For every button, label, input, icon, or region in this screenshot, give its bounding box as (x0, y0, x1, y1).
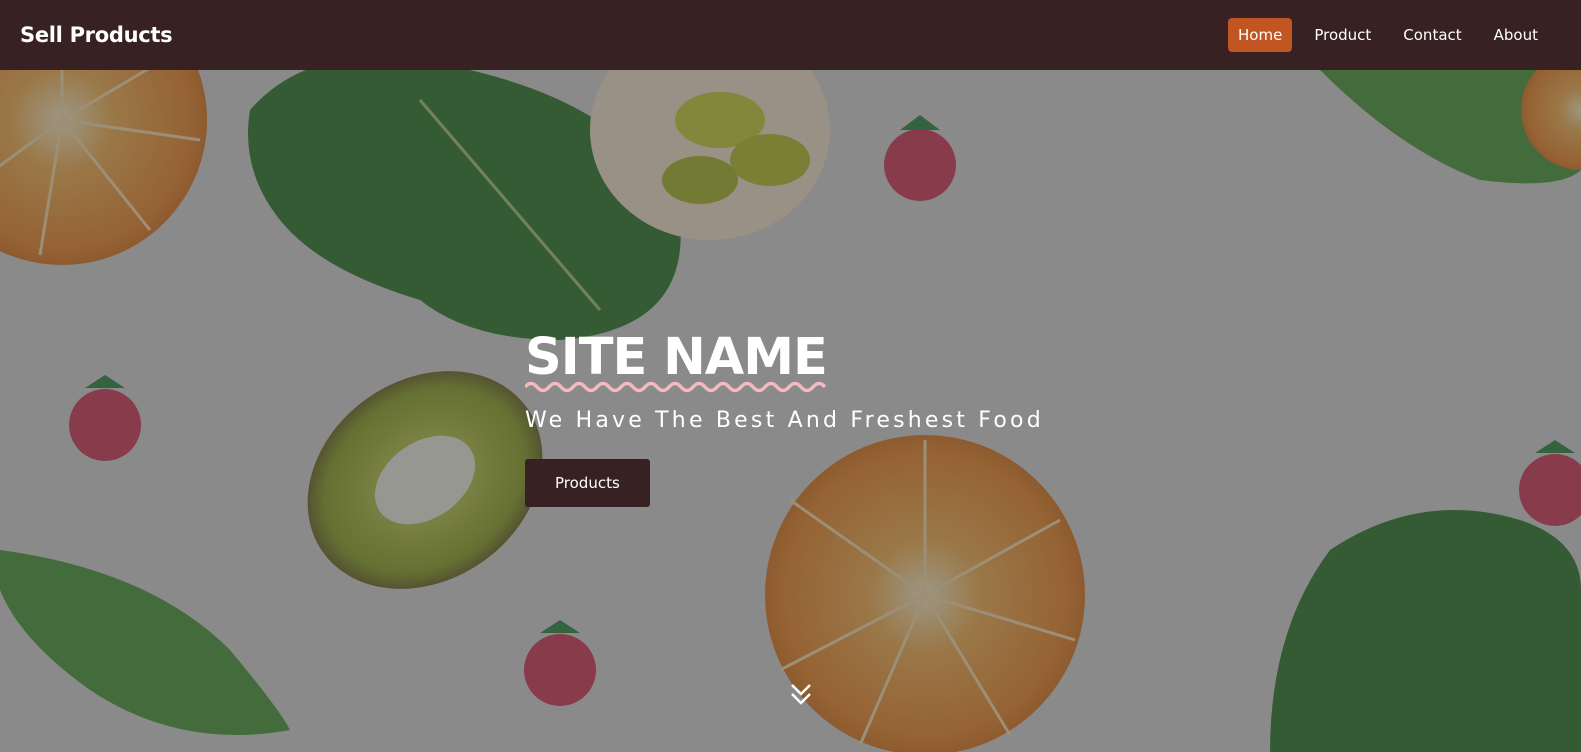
hero-tagline: We Have The Best And Freshest Food (525, 408, 1044, 433)
navbar: Sell Products Home Product Contact About (0, 0, 1581, 70)
products-button[interactable]: Products (525, 459, 650, 507)
hero-content: SITE NAME We Have The Best And Freshest … (525, 328, 1044, 507)
nav-about-link[interactable]: About (1484, 18, 1548, 52)
site-name-heading: SITE NAME (525, 328, 828, 387)
chevrons-down-icon[interactable] (790, 682, 812, 706)
nav-product-link[interactable]: Product (1304, 18, 1381, 52)
nav-contact-link[interactable]: Contact (1393, 18, 1471, 52)
hero-section: SITE NAME We Have The Best And Freshest … (0, 70, 1581, 752)
main-nav: Home Product Contact About (1220, 18, 1548, 52)
brand-logo[interactable]: Sell Products (20, 23, 173, 47)
nav-home-link[interactable]: Home (1228, 18, 1293, 52)
